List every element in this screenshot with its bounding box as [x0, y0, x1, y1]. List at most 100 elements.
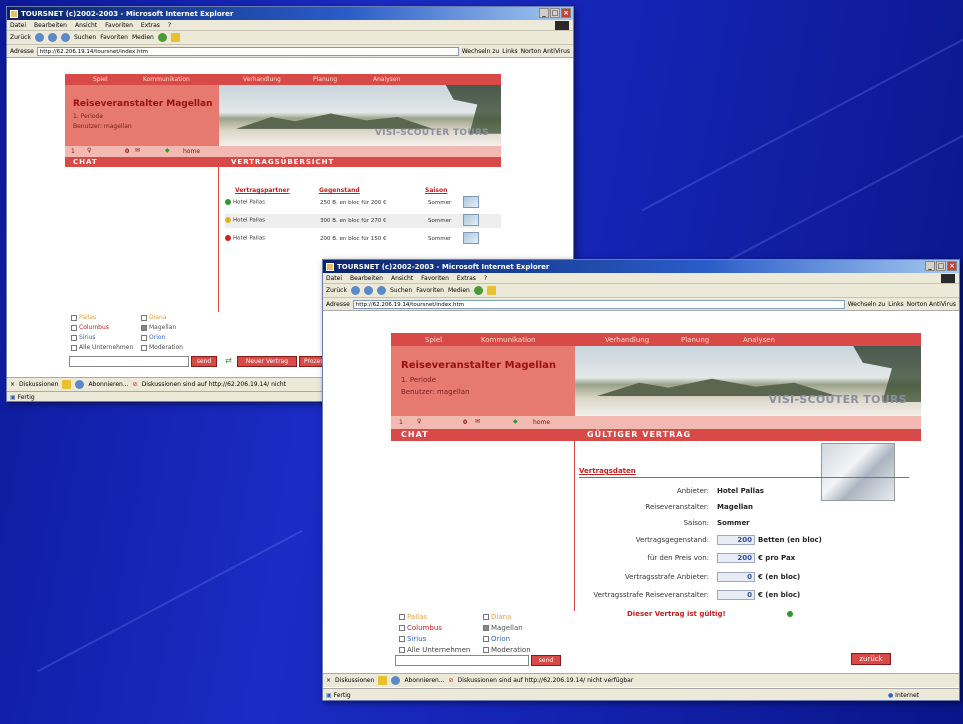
mail-icon[interactable]: ✉	[135, 147, 140, 154]
nav-analysen[interactable]: Analysen	[743, 336, 775, 344]
discussions-button[interactable]: Diskussionen	[335, 677, 374, 684]
check-orion[interactable]: Orion	[141, 334, 165, 341]
check-columbus[interactable]: Columbus	[71, 324, 109, 331]
chat-area[interactable]	[391, 441, 575, 611]
nav-verhandlung[interactable]: Verhandlung	[243, 76, 281, 83]
nav-planung[interactable]: Planung	[313, 76, 337, 83]
discussion-tool-icon[interactable]	[378, 676, 388, 685]
back-button[interactable]: Zurück	[10, 34, 31, 41]
column-header-item[interactable]: Gegenstand	[319, 187, 360, 194]
menu-ansicht[interactable]: Ansicht	[391, 275, 413, 282]
chat-input[interactable]	[395, 655, 529, 666]
check-all[interactable]: Alle Unternehmen	[71, 344, 133, 351]
subscribe-button[interactable]: Abonnieren...	[88, 381, 128, 388]
nav-spiel[interactable]: Spiel	[93, 76, 108, 83]
norton-button[interactable]: Norton AntiVirus	[907, 301, 956, 308]
check-magellan[interactable]: Magellan	[483, 624, 523, 632]
discussions-button[interactable]: Diskussionen	[19, 381, 58, 388]
media-button[interactable]: Medien	[448, 287, 470, 294]
url-input[interactable]: http://62.206.19.14/toursnet/index.htm	[352, 299, 845, 309]
send-button[interactable]: send	[531, 655, 561, 666]
table-row[interactable]: Hotel Pallas 250 B. en bloc für 200 € So…	[225, 196, 501, 210]
history-icon[interactable]	[473, 286, 483, 295]
url-input[interactable]: http://62.206.19.14/toursnet/index.htm	[36, 46, 459, 56]
home-link[interactable]: home	[183, 148, 200, 155]
refresh-icon[interactable]	[47, 33, 57, 42]
close-button[interactable]: ×	[561, 8, 571, 18]
arrow-icon[interactable]: ◆	[513, 418, 518, 425]
check-columbus[interactable]: Columbus	[399, 624, 442, 632]
menu-extras[interactable]: Extras	[457, 275, 476, 282]
discussion-tool-icon[interactable]	[62, 380, 72, 389]
menu-favoriten[interactable]: Favoriten	[421, 275, 449, 282]
mail-icon[interactable]: ✉	[475, 418, 480, 425]
nav-planung[interactable]: Planung	[681, 336, 709, 344]
strafe-anbieter-input[interactable]: 0	[717, 572, 755, 582]
new-contract-button[interactable]: Neuer Vertrag	[237, 356, 297, 367]
favorites-button[interactable]: Favoriten	[100, 34, 128, 41]
history-icon[interactable]	[157, 33, 167, 42]
discussion-tool-icon[interactable]	[391, 676, 401, 685]
nav-verhandlung[interactable]: Verhandlung	[605, 336, 649, 344]
menu-bearbeiten[interactable]: Bearbeiten	[34, 22, 67, 29]
check-pallas[interactable]: Pallas	[399, 613, 427, 621]
back-button-app[interactable]: zurück	[851, 653, 891, 665]
contract-doc-icon[interactable]	[463, 232, 479, 244]
stop-icon[interactable]	[350, 286, 360, 295]
arrow-icon[interactable]: ◆	[165, 147, 170, 154]
stop-icon[interactable]	[34, 33, 44, 42]
minimize-button[interactable]: _	[539, 8, 549, 18]
minimize-button[interactable]: _	[925, 261, 935, 271]
home-icon[interactable]	[376, 286, 386, 295]
nav-spiel[interactable]: Spiel	[425, 336, 442, 344]
go-button[interactable]: Wechseln zu	[848, 301, 886, 308]
refresh-icon[interactable]	[363, 286, 373, 295]
search-button[interactable]: Suchen	[74, 34, 96, 41]
favorites-button[interactable]: Favoriten	[416, 287, 444, 294]
nav-kommunikation[interactable]: Kommunikation	[481, 336, 536, 344]
subscribe-button[interactable]: Abonnieren...	[404, 677, 444, 684]
table-row[interactable]: Hotel Pallas 200 B. en bloc für 150 € So…	[225, 232, 501, 246]
home-link[interactable]: home	[533, 419, 550, 426]
menu-help[interactable]: ?	[168, 22, 171, 29]
media-button[interactable]: Medien	[132, 34, 154, 41]
chat-area[interactable]	[65, 167, 219, 312]
check-diana[interactable]: Diana	[483, 613, 511, 621]
menu-favoriten[interactable]: Favoriten	[105, 22, 133, 29]
check-sirius[interactable]: Sirius	[399, 635, 426, 643]
check-pallas[interactable]: Pallas	[71, 314, 96, 321]
close-discussions-icon[interactable]: ×	[10, 381, 15, 388]
close-discussions-icon[interactable]: ×	[326, 677, 331, 684]
mail-icon[interactable]	[486, 286, 496, 295]
check-sirius[interactable]: Sirius	[71, 334, 96, 341]
maximize-button[interactable]: □	[550, 8, 560, 18]
search-button[interactable]: Suchen	[390, 287, 412, 294]
contract-doc-icon[interactable]	[463, 214, 479, 226]
table-row[interactable]: Hotel Pallas 300 B. en bloc für 270 € So…	[225, 214, 501, 228]
column-header-partner[interactable]: Vertragspartner	[235, 187, 290, 194]
links-button[interactable]: Links	[888, 301, 903, 308]
contract-doc-icon[interactable]	[463, 196, 479, 208]
links-button[interactable]: Links	[502, 48, 517, 55]
menu-bearbeiten[interactable]: Bearbeiten	[350, 275, 383, 282]
check-diana[interactable]: Diana	[141, 314, 166, 321]
check-moderation[interactable]: Moderation	[141, 344, 183, 351]
check-all[interactable]: Alle Unternehmen	[399, 646, 470, 654]
maximize-button[interactable]: □	[936, 261, 946, 271]
go-button[interactable]: Wechseln zu	[462, 48, 500, 55]
chat-input[interactable]	[69, 356, 189, 367]
nav-analysen[interactable]: Analysen	[373, 76, 400, 83]
close-button[interactable]: ×	[947, 261, 957, 271]
menu-extras[interactable]: Extras	[141, 22, 160, 29]
home-icon[interactable]	[60, 33, 70, 42]
send-button[interactable]: send	[191, 356, 217, 367]
refresh-contracts-icon[interactable]: ⇄	[225, 356, 232, 365]
mail-icon[interactable]	[170, 33, 180, 42]
menu-ansicht[interactable]: Ansicht	[75, 22, 97, 29]
discussion-tool-icon[interactable]	[75, 380, 85, 389]
preis-input[interactable]: 200	[717, 553, 755, 563]
strafe-rv-input[interactable]: 0	[717, 590, 755, 600]
norton-button[interactable]: Norton AntiVirus	[521, 48, 570, 55]
menu-help[interactable]: ?	[484, 275, 487, 282]
check-orion[interactable]: Orion	[483, 635, 510, 643]
